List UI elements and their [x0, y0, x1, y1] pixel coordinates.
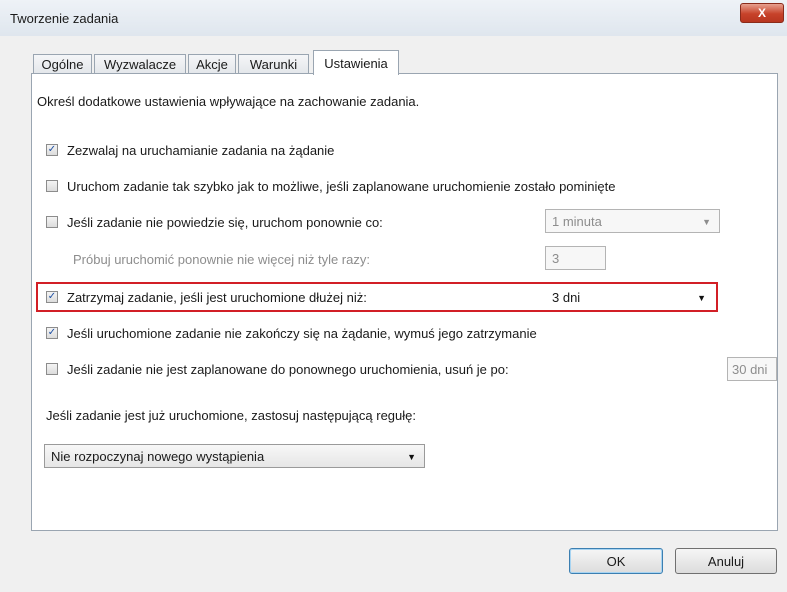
chevron-down-icon: ▼ — [702, 217, 711, 227]
allow-on-demand-checkbox[interactable]: ✓ — [46, 144, 58, 156]
stop-duration-select[interactable]: 3 dni ▼ — [545, 285, 715, 309]
title-bar: Tworzenie zadania X — [0, 0, 787, 37]
delete-after-value: 30 dni — [732, 361, 768, 377]
chevron-down-icon: ▼ — [697, 293, 706, 303]
tab-actions[interactable]: Akcje — [188, 54, 236, 74]
close-button[interactable]: X — [740, 3, 784, 23]
tab-conditions[interactable]: Warunki — [238, 54, 309, 74]
delete-after-label: Jeśli zadanie nie jest zaplanowane do po… — [67, 362, 509, 377]
window-title: Tworzenie zadania — [10, 11, 119, 26]
rule-select[interactable]: Nie rozpoczynaj nowego wystąpienia ▼ — [44, 444, 425, 468]
restart-interval-value: 1 minuta — [552, 213, 602, 229]
tab-general[interactable]: Ogólne — [33, 54, 92, 74]
chevron-down-icon: ▼ — [407, 452, 416, 462]
stop-if-longer-checkbox[interactable]: ✓ — [46, 291, 58, 303]
force-stop-checkbox[interactable]: ✓ — [46, 327, 58, 339]
run-asap-checkbox[interactable] — [46, 180, 58, 192]
restart-on-fail-label: Jeśli zadanie nie powiedzie się, uruchom… — [67, 215, 383, 230]
tab-triggers[interactable]: Wyzwalacze — [94, 54, 186, 74]
force-stop-label: Jeśli uruchomione zadanie nie zakończy s… — [67, 326, 537, 341]
restart-on-fail-checkbox[interactable] — [46, 216, 58, 228]
settings-description: Określ dodatkowe ustawienia wpływające n… — [37, 94, 420, 109]
retry-count-value: 3 — [552, 250, 560, 266]
rule-value: Nie rozpoczynaj nowego wystąpienia — [51, 448, 265, 464]
restart-interval-select[interactable]: 1 minuta ▼ — [545, 209, 720, 233]
stop-duration-value: 3 dni — [552, 289, 581, 305]
retry-count-input[interactable]: 3 — [545, 246, 606, 270]
allow-on-demand-label: Zezwalaj na uruchamianie zadania na żąda… — [67, 143, 335, 158]
cancel-button[interactable]: Anuluj — [675, 548, 777, 574]
retry-count-label: Próbuj uruchomić ponownie nie więcej niż… — [73, 252, 370, 267]
delete-after-select[interactable]: 30 dni — [727, 357, 777, 381]
tab-settings[interactable]: Ustawienia — [313, 50, 399, 75]
run-asap-label: Uruchom zadanie tak szybko jak to możliw… — [67, 179, 616, 194]
stop-if-longer-label: Zatrzymaj zadanie, jeśli jest uruchomion… — [67, 290, 367, 305]
ok-button[interactable]: OK — [569, 548, 663, 574]
delete-after-checkbox[interactable] — [46, 363, 58, 375]
rule-label: Jeśli zadanie jest już uruchomione, zast… — [46, 408, 416, 423]
